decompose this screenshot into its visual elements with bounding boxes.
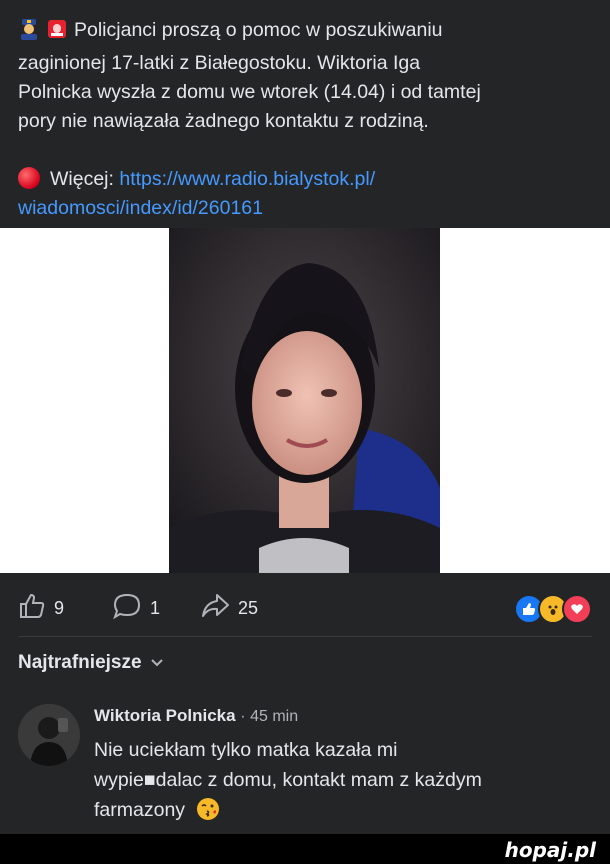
red-circle-icon [18,167,40,189]
post-line-4: pory nie nawiązała żadnego kontaktu z ro… [18,110,429,132]
post-line-3: Polnicka wyszła z domu we wtorek (14.04)… [18,81,481,103]
sort-label: Najtrafniejsze [18,652,142,673]
like-count: 9 [54,597,65,618]
watermark: hopaj.pl [504,838,596,862]
divider [18,636,592,637]
thumbs-up-icon [18,592,46,625]
share-count: 25 [238,597,259,618]
post-line-2: zaginionej 17-latki z Białegostoku. Wikt… [18,52,421,74]
comment-time: · 45 min [240,708,299,725]
kissing-face-icon [196,797,220,830]
comment-line-2: wypie■dalac z domu, kontakt mam z każdym [94,769,482,791]
reactions-summary[interactable] [514,594,592,624]
comment-line-1: Nie uciekłam tylko matka kazała mi [94,739,398,761]
love-reaction-icon [562,594,592,624]
post-actions-bar: 9 1 25 [0,590,610,626]
share-button[interactable]: 25 [200,590,258,626]
post-text: Policjanci proszą o pomoc w poszukiwaniu… [18,16,598,223]
comment-button[interactable]: 1 [112,590,160,626]
like-button[interactable]: 9 [18,590,64,626]
post-photo-area [0,228,610,573]
comment-text: Nie uciekłam tylko matka kazała mi wypie… [94,735,594,830]
avatar[interactable] [18,704,80,766]
article-link-continued[interactable]: wiadomosci/index/id/260161 [18,197,263,219]
article-link[interactable]: https://www.radio.bialystok.pl/ [119,168,375,190]
comment-author[interactable]: Wiktoria Polnicka [94,706,236,725]
comment-line-3: farmazony [94,799,186,821]
siren-icon [46,18,68,49]
watermark-bar: hopaj.pl [0,834,610,864]
post-line-1: Policjanci proszą o pomoc w poszukiwaniu [74,19,443,41]
speech-bubble-icon [112,592,142,625]
comment-count: 1 [150,597,161,618]
share-arrow-icon [200,592,230,625]
police-officer-icon [18,18,40,49]
comment-sort-dropdown[interactable]: Najtrafniejsze [18,652,164,674]
more-label: Więcej: [50,168,114,190]
missing-person-photo[interactable] [169,228,440,573]
chevron-down-icon [150,652,164,674]
